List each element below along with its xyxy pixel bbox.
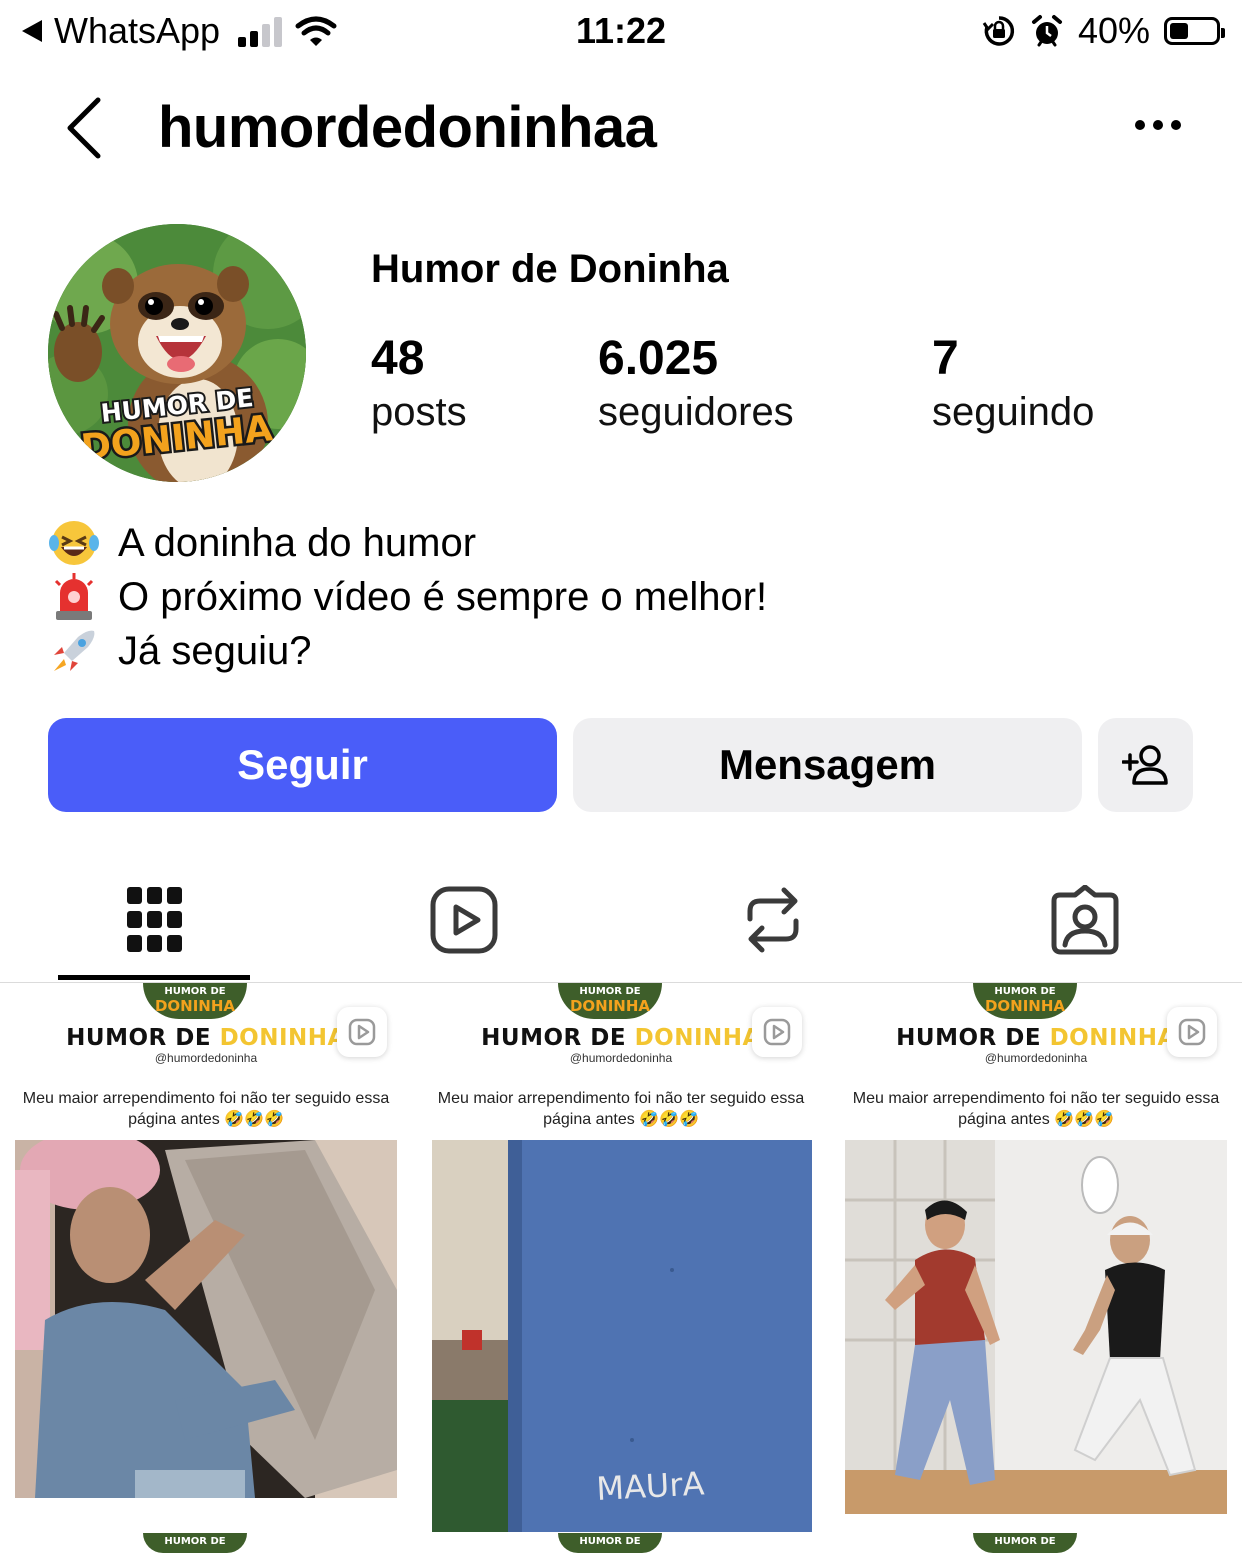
blue-door-image: MAUrA xyxy=(432,1140,812,1532)
page-title: humordedoninhaa xyxy=(158,95,657,160)
stat-followers-label: seguidores xyxy=(598,390,794,434)
post-logo: HUMOR DE xyxy=(973,1533,1077,1553)
bio-text: O próximo vídeo é sempre o melhor! xyxy=(118,575,768,619)
post-logo-text: HUMOR DE xyxy=(994,1536,1056,1547)
tab-posts[interactable] xyxy=(115,880,195,960)
stat-followers-count: 6.025 xyxy=(598,332,719,385)
stat-following-label: seguindo xyxy=(932,390,1095,434)
stat-followers[interactable]: 6.025 seguidores xyxy=(598,332,794,438)
repost-icon xyxy=(747,887,799,953)
post-logo: HUMOR DE DONINHA xyxy=(143,983,247,1019)
post-brand-text: HUMOR DE xyxy=(481,1025,627,1051)
reels-icon xyxy=(763,1018,791,1046)
door-graffiti-text: MAUrA xyxy=(595,1464,705,1508)
post-logo-text: DONINHA xyxy=(154,997,236,1015)
reel-badge xyxy=(752,1007,802,1057)
reel-badge xyxy=(1167,1007,1217,1057)
add-person-button[interactable] xyxy=(1098,718,1193,812)
post-brand-text: DONINHA xyxy=(634,1025,761,1051)
avatar[interactable]: HUMOR DE DONINHA xyxy=(48,224,306,482)
rocket-emoji-icon xyxy=(54,630,95,671)
profile-header: humordedoninhaa xyxy=(0,80,1242,180)
status-bar: WhatsApp 11:22 40% xyxy=(0,0,1242,64)
tagged-icon xyxy=(1051,885,1119,955)
battery-icon xyxy=(1164,17,1225,45)
message-button[interactable]: Mensagem xyxy=(573,718,1082,812)
post-caption: Meu maior arrependimento foi não ter seg… xyxy=(22,1090,390,1128)
post-thumbnail[interactable]: HUMOR DE DONINHA HUMOR DE DONINHA @humor… xyxy=(0,983,412,1533)
laughing-emoji-icon xyxy=(49,521,99,565)
post-caption: Meu maior arrependimento foi não ter seg… xyxy=(852,1090,1220,1128)
stat-posts-count: 48 xyxy=(371,332,425,385)
chevron-left-icon[interactable] xyxy=(60,96,110,160)
post-logo-text: DONINHA xyxy=(984,997,1066,1015)
stat-posts-label: posts xyxy=(371,390,467,434)
follow-button[interactable]: Seguir xyxy=(48,718,557,812)
reel-badge xyxy=(337,1007,387,1057)
post-logo-text: HUMOR DE xyxy=(579,986,641,997)
reels-icon xyxy=(430,886,498,954)
post-thumbnail[interactable]: HUMOR DE xyxy=(830,1533,1242,1553)
stat-following[interactable]: 7 seguindo xyxy=(932,332,1094,438)
post-logo: HUMOR DE DONINHA xyxy=(973,983,1077,1019)
post-brand-text: HUMOR DE xyxy=(66,1025,212,1051)
post-logo-text: HUMOR DE xyxy=(164,986,226,997)
post-brand-text: DONINHA xyxy=(219,1025,346,1051)
siren-emoji-icon xyxy=(54,573,94,620)
weasel-mascot-image: HUMOR DE DONINHA xyxy=(48,224,306,482)
bio-text: Já seguiu? xyxy=(118,629,312,673)
post-media xyxy=(15,1140,397,1498)
active-tab-indicator xyxy=(58,975,250,980)
battery-tip xyxy=(1221,28,1225,38)
post-thumbnail[interactable]: HUMOR DE xyxy=(0,1533,412,1553)
profile-bio: A doninha do humor O próximo vídeo é sem… xyxy=(48,516,767,678)
man-with-wall-panel-image xyxy=(15,1140,397,1498)
two-men-dancing-image xyxy=(845,1140,1227,1514)
tab-reels[interactable] xyxy=(424,880,504,960)
post-logo: HUMOR DE xyxy=(558,1533,662,1553)
profile-tabs xyxy=(0,860,1242,983)
stat-following-count: 7 xyxy=(932,332,959,385)
bio-line: A doninha do humor xyxy=(48,516,767,570)
post-brand-text: DONINHA xyxy=(1049,1025,1176,1051)
reels-icon xyxy=(1178,1018,1206,1046)
alarm-icon xyxy=(1031,15,1062,47)
bio-line: Já seguiu? xyxy=(48,624,767,678)
tab-tagged[interactable] xyxy=(1045,880,1125,960)
post-caption: Meu maior arrependimento foi não ter seg… xyxy=(437,1090,805,1128)
post-logo-text: HUMOR DE xyxy=(994,986,1056,997)
post-media xyxy=(845,1140,1227,1514)
post-thumbnail[interactable]: HUMOR DE xyxy=(415,1533,827,1553)
post-logo: HUMOR DE DONINHA xyxy=(558,983,662,1019)
post-thumbnail[interactable]: HUMOR DE DONINHA HUMOR DE DONINHA @humor… xyxy=(830,983,1242,1533)
grid-icon xyxy=(127,887,182,952)
stat-posts[interactable]: 48 posts xyxy=(371,332,467,438)
orientation-lock-icon xyxy=(982,16,1015,46)
battery-percent: 40% xyxy=(1077,10,1150,51)
post-logo-text: HUMOR DE xyxy=(579,1536,641,1547)
ellipsis-icon[interactable] xyxy=(1130,110,1190,140)
post-logo-text: HUMOR DE xyxy=(164,1536,226,1547)
bio-text: A doninha do humor xyxy=(118,521,477,565)
post-brand-text: HUMOR DE xyxy=(896,1025,1042,1051)
post-media: MAUrA xyxy=(432,1140,812,1532)
bio-line: O próximo vídeo é sempre o melhor! xyxy=(48,570,767,624)
add-person-icon xyxy=(1121,745,1168,785)
post-thumbnail[interactable]: HUMOR DE DONINHA HUMOR DE DONINHA @humor… xyxy=(415,983,827,1533)
post-logo: HUMOR DE xyxy=(143,1533,247,1553)
tab-reposts[interactable] xyxy=(733,880,813,960)
battery-level xyxy=(1170,23,1188,39)
reels-icon xyxy=(348,1018,376,1046)
post-logo-text: DONINHA xyxy=(569,997,651,1015)
profile-full-name: Humor de Doninha xyxy=(371,247,729,291)
